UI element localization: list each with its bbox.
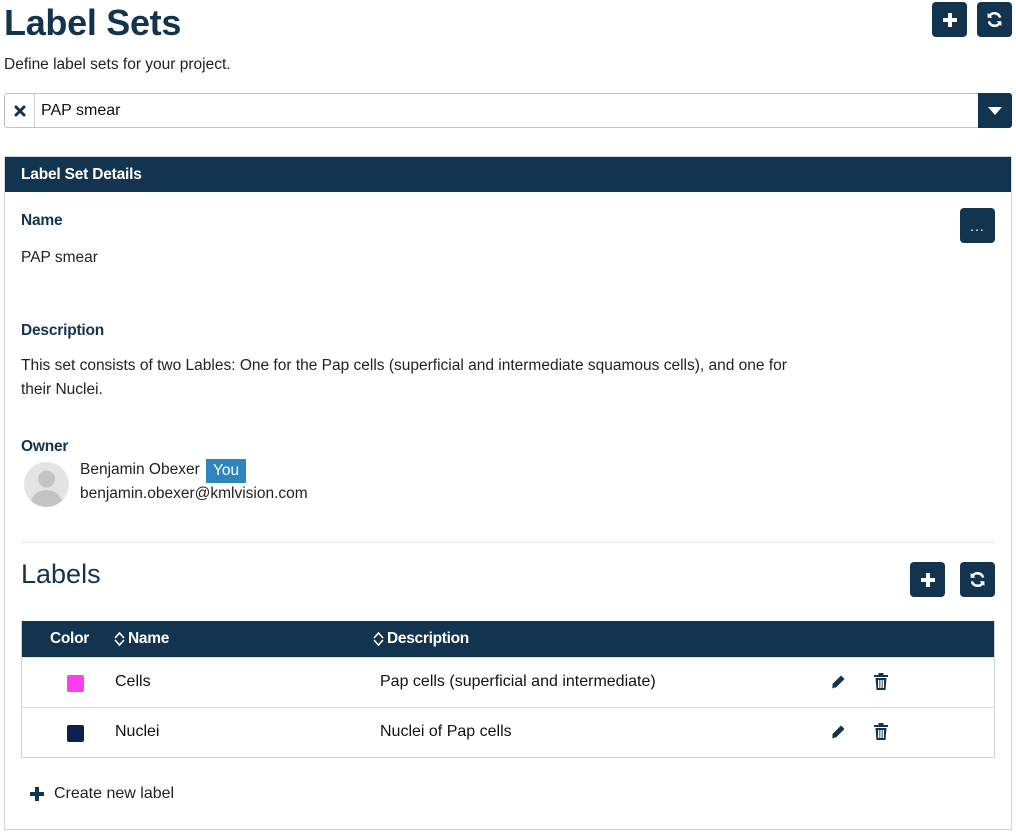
label-name: Nuclei	[115, 723, 160, 740]
color-swatch	[67, 725, 84, 742]
owner-name: Benjamin Obexer	[80, 461, 200, 478]
pencil-icon	[832, 725, 845, 739]
column-description[interactable]: Description	[373, 630, 469, 648]
page-title: Label Sets	[4, 2, 182, 43]
description-value: This set consists of two Lables: One for…	[21, 357, 787, 398]
page-subtitle: Define label sets for your project.	[4, 56, 231, 73]
column-name[interactable]: Name	[114, 630, 169, 648]
label-set-details-card: Label Set Details ... Name PAP smear Des…	[4, 156, 1012, 830]
labels-title: Labels	[21, 559, 101, 589]
trash-icon	[874, 673, 888, 690]
description-label: Description	[21, 322, 105, 339]
labels-table: Color Name Description Cells Pap cells (…	[21, 621, 995, 758]
refresh-icon	[970, 571, 985, 588]
name-label: Name	[21, 212, 63, 229]
trash-icon	[874, 723, 888, 740]
delete-label-button[interactable]	[874, 673, 888, 695]
refresh-label-sets-button[interactable]	[977, 2, 1012, 37]
select-value: PAP smear	[41, 102, 121, 119]
section-divider	[21, 542, 995, 543]
sort-icon	[373, 632, 384, 646]
label-name: Cells	[115, 673, 151, 690]
plus-icon	[920, 572, 935, 587]
color-swatch	[67, 675, 84, 692]
owner-label: Owner	[21, 438, 69, 455]
details-header: Label Set Details	[5, 157, 1011, 192]
close-icon	[14, 105, 25, 116]
delete-label-button[interactable]	[874, 723, 888, 745]
chevron-down-icon	[988, 106, 1002, 115]
label-description: Pap cells (superficial and intermediate)	[380, 673, 656, 690]
refresh-labels-button[interactable]	[960, 562, 995, 597]
more-options-button[interactable]: ...	[960, 208, 995, 243]
column-color: Color	[50, 630, 89, 647]
user-avatar-icon	[30, 470, 63, 507]
table-row: Cells Pap cells (superficial and interme…	[22, 657, 994, 707]
plus-icon	[942, 12, 957, 27]
avatar	[24, 462, 69, 507]
table-header: Color Name Description	[22, 621, 994, 657]
create-new-label-button[interactable]: Create new label	[29, 785, 174, 803]
plus-icon	[30, 787, 44, 801]
label-description: Nuclei of Pap cells	[380, 723, 512, 740]
add-label-button[interactable]	[910, 562, 945, 597]
name-value: PAP smear	[21, 249, 98, 266]
pencil-icon	[832, 675, 845, 689]
edit-label-button[interactable]	[830, 674, 846, 695]
table-row: Nuclei Nuclei of Pap cells	[22, 707, 994, 757]
sort-icon	[114, 632, 125, 646]
label-set-select[interactable]: PAP smear	[4, 93, 1012, 128]
clear-selection-button[interactable]	[5, 94, 35, 127]
add-label-set-button[interactable]	[932, 2, 967, 37]
select-dropdown-toggle[interactable]	[978, 93, 1012, 128]
owner-email: benjamin.obexer@kmlvision.com	[80, 485, 308, 502]
refresh-icon	[987, 11, 1002, 28]
edit-label-button[interactable]	[830, 724, 846, 745]
you-badge: You	[206, 459, 247, 483]
